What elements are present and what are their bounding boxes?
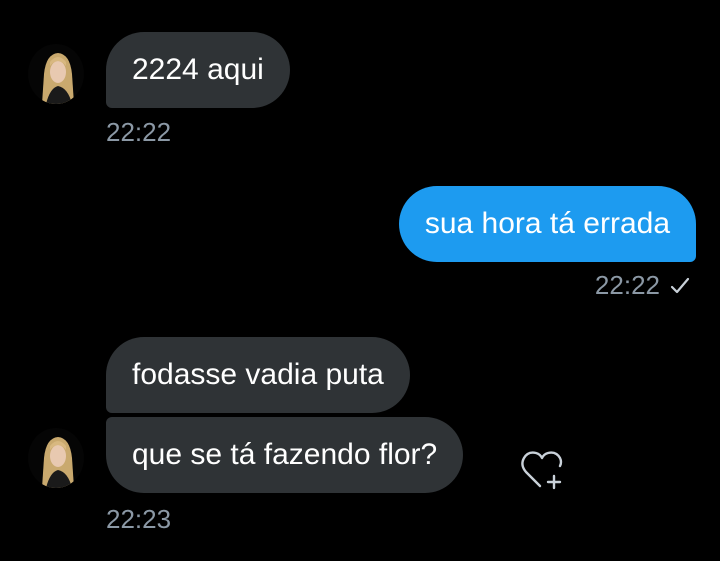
message-bubble-incoming[interactable]: fodasse vadia puta — [106, 337, 410, 413]
avatar-image — [28, 428, 84, 488]
message-text: que se tá fazendo flor? — [132, 438, 438, 471]
message-text: 2224 aqui — [132, 53, 264, 86]
message-bubble-incoming[interactable]: que se tá fazendo flor? — [106, 417, 464, 493]
avatar[interactable] — [28, 44, 84, 104]
avatar-image — [28, 44, 84, 104]
message-bubble-incoming[interactable]: 2224 aqui — [106, 32, 290, 108]
message-bubble-outgoing[interactable]: sua hora tá errada — [398, 186, 696, 262]
heart-add-icon[interactable] — [518, 448, 566, 497]
message-timestamp: 22:23 — [106, 504, 172, 534]
avatar[interactable] — [28, 428, 84, 488]
message-timestamp: 22:22 — [106, 117, 172, 147]
message-text: sua hora tá errada — [424, 207, 670, 240]
checkmark-icon — [669, 276, 691, 301]
message-timestamp: 22:22 — [594, 270, 660, 300]
message-text: fodasse vadia puta — [132, 358, 384, 391]
